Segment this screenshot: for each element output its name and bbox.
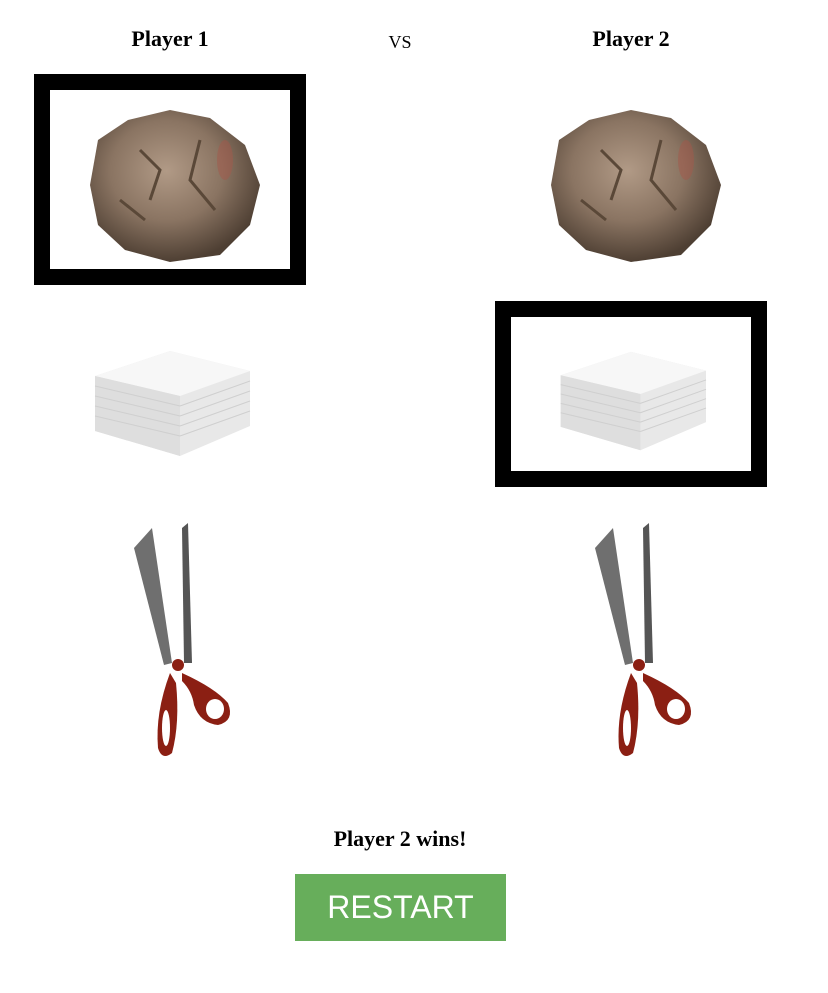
player-1-scissors-choice[interactable] xyxy=(34,520,306,765)
rock-icon xyxy=(90,109,260,262)
player-1-rock-choice[interactable] xyxy=(34,74,306,285)
scissors-icon xyxy=(595,522,692,756)
restart-button[interactable]: RESTART xyxy=(295,874,506,941)
player-1-paper-choice[interactable] xyxy=(34,290,306,501)
paper-stack-icon xyxy=(94,350,251,456)
player-2-title: Player 2 xyxy=(592,26,670,51)
player-2-scissors-choice[interactable] xyxy=(495,520,767,765)
vs-label: VS xyxy=(388,32,412,52)
scissors-icon xyxy=(134,522,231,756)
result-message: Player 2 wins! xyxy=(333,826,467,851)
paper-stack-icon xyxy=(560,351,707,451)
rock-icon xyxy=(551,109,721,262)
player-2-rock-choice[interactable] xyxy=(495,74,767,285)
player-1-title: Player 1 xyxy=(131,26,209,51)
player-2-paper-choice[interactable] xyxy=(495,301,767,487)
